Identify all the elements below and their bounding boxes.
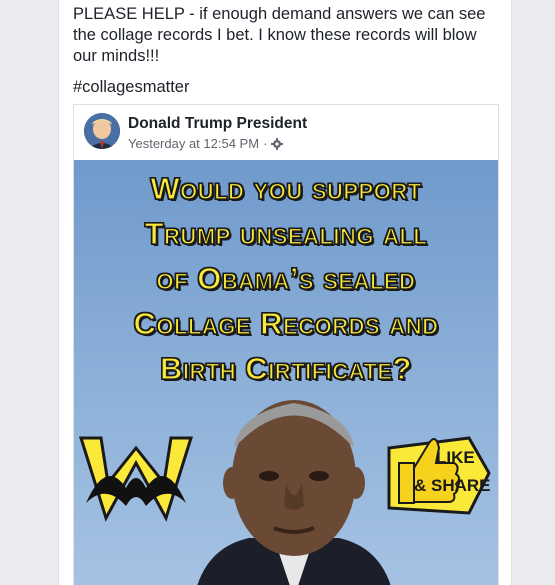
share-label: & SHARE	[414, 476, 491, 495]
thumbs-up-icon	[387, 436, 491, 515]
page-name-link[interactable]: Donald Trump President	[128, 115, 307, 133]
headline-line-2: Trump unsealing all	[144, 215, 428, 251]
like-label: LIKE	[436, 448, 475, 467]
headline-line-4: Collage Records and	[133, 305, 439, 341]
image-headline: Would you support Trump unsealing all of…	[74, 166, 498, 391]
post-meta: Yesterday at 12:54 PM ·	[128, 136, 284, 151]
shared-post-header: Donald Trump President Yesterday at 12:5…	[74, 105, 498, 161]
headline-line-3: of Obama’s sealed	[156, 260, 416, 296]
meta-separator: ·	[263, 136, 268, 151]
post-card: PLEASE HELP - if enough demand answers w…	[58, 0, 512, 585]
post-text: PLEASE HELP - if enough demand answers w…	[73, 5, 486, 65]
portrait-image	[197, 400, 391, 585]
hashtag-link[interactable]: #collagesmatter	[73, 78, 189, 97]
headline-line-5: Birth Cirtificate?	[159, 350, 412, 386]
headline-line-1: Would you support	[150, 170, 422, 206]
timestamp-link[interactable]: Yesterday at 12:54 PM	[128, 136, 259, 151]
like-share-badge: LIKE & SHARE	[384, 418, 494, 528]
gear-icon[interactable]	[271, 137, 284, 150]
post-image[interactable]: Would you support Trump unsealing all of…	[74, 160, 498, 585]
page-avatar[interactable]	[84, 113, 120, 149]
shared-post[interactable]: Donald Trump President Yesterday at 12:5…	[73, 104, 499, 585]
